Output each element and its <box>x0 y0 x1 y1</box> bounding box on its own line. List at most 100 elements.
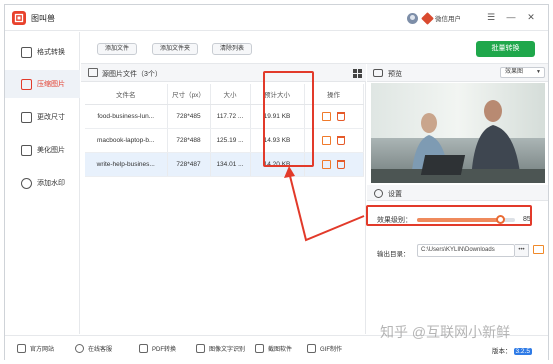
laptop <box>420 155 466 175</box>
user-area[interactable]: 微信用户 <box>407 11 461 25</box>
table-row-selected[interactable]: write-help-busines... 728*487 134.01 ...… <box>85 152 364 177</box>
sidebar: 格式转换 压缩图片 更改尺寸 美化图片 添加水印 <box>5 32 80 334</box>
pdf-icon <box>139 344 148 353</box>
gif-maker-label: GIF制作 <box>320 347 342 353</box>
batch-convert-button[interactable]: 批量转换 <box>476 41 535 57</box>
preview-icon <box>373 69 383 77</box>
headset-icon <box>75 344 84 353</box>
file-dimensions: 728*485 <box>167 104 211 129</box>
preview-header: 预览 效果图 ▼ <box>367 64 548 82</box>
delete-icon[interactable] <box>337 135 345 145</box>
preview-mode-value: 效果图 <box>505 69 524 75</box>
delete-icon[interactable] <box>337 159 345 169</box>
settings-header: 设置 <box>367 185 548 201</box>
file-name: food-business-lun... <box>85 104 168 129</box>
file-size: 134.01 ... <box>210 152 251 177</box>
minimize-icon[interactable]: — <box>505 11 517 23</box>
effect-level-highlight <box>366 205 532 226</box>
gif-icon <box>307 344 316 353</box>
sidebar-item-label: 格式转换 <box>37 49 65 56</box>
online-support-label: 在线客服 <box>88 347 113 353</box>
official-site-link[interactable]: 官方网站 <box>17 344 54 353</box>
version-info: 版本： 3.2.5 <box>492 345 532 355</box>
add-folder-button[interactable]: 添加文件夹 <box>152 43 199 55</box>
online-support-link[interactable]: 在线客服 <box>75 344 112 353</box>
home-icon <box>17 344 26 353</box>
sidebar-item-format-convert[interactable]: 格式转换 <box>5 38 80 66</box>
delete-icon[interactable] <box>337 111 345 121</box>
file-table: 文件名 尺寸（px） 大小 预计大小 操作 food-business-lun.… <box>85 84 364 177</box>
sidebar-item-compress[interactable]: 压缩图片 <box>5 70 80 98</box>
sidebar-item-label: 更改尺寸 <box>37 114 65 121</box>
file-dimensions: 728*487 <box>167 152 211 177</box>
image-icon <box>88 68 98 77</box>
toolbar: 添加文件 添加文件夹 清除列表 批量转换 <box>81 32 548 64</box>
column-header-filename[interactable]: 文件名 <box>85 84 168 105</box>
pdf-convert-label: PDF转换 <box>152 347 177 353</box>
table-header-row: 文件名 尺寸（px） 大小 预计大小 操作 <box>85 84 364 105</box>
file-name: macbook-laptop-b... <box>85 128 168 153</box>
bottom-bar: 官方网站 在线客服 PDF转换 图像文字识别 截图软件 GIF制作 版本： 3.2… <box>5 335 548 360</box>
file-name: write-help-busines... <box>85 152 168 177</box>
column-header-size[interactable]: 大小 <box>210 84 251 105</box>
version-label: 版本： <box>492 348 512 355</box>
preview-image <box>371 83 545 183</box>
screenshot-label: 截图软件 <box>268 347 293 353</box>
output-dir-field[interactable]: C:\Users\KYLIN\Downloads <box>417 244 515 257</box>
title-bar: 图叫兽 微信用户 ☰ — ✕ <box>5 5 548 31</box>
app-logo-icon <box>12 11 26 25</box>
scissors-icon <box>255 344 264 353</box>
version-number: 3.2.5 <box>513 348 532 355</box>
preview-title: 预览 <box>388 71 402 78</box>
output-dir-label: 输出目录： <box>377 251 410 258</box>
convert-icon <box>21 46 32 58</box>
file-panel: 源图片文件（3个） 文件名 尺寸（px） 大小 预计大小 操作 food-bus… <box>81 64 366 334</box>
export-icon[interactable] <box>322 111 331 121</box>
gif-maker-link[interactable]: GIF制作 <box>307 344 342 353</box>
file-panel-header: 源图片文件（3个） <box>81 64 366 82</box>
app-title: 图叫兽 <box>31 14 55 23</box>
sidebar-item-label: 美化图片 <box>37 147 65 154</box>
resize-icon <box>21 111 32 123</box>
add-file-button[interactable]: 添加文件 <box>97 43 138 55</box>
screenshot-link[interactable]: 截图软件 <box>255 344 292 353</box>
file-panel-title: 源图片文件（3个） <box>102 71 162 78</box>
preview-panel: 预览 效果图 ▼ 设置 效果级别： 85 输出目录： C:\Users\KYLI… <box>367 64 548 334</box>
sidebar-item-label: 压缩图片 <box>37 81 65 88</box>
file-dimensions: 728*488 <box>167 128 211 153</box>
file-size: 125.19 ... <box>210 128 251 153</box>
table-row[interactable]: macbook-laptop-b... 728*488 125.19 ... 1… <box>85 128 364 153</box>
app-window: 图叫兽 微信用户 ☰ — ✕ 格式转换 压缩图片 更改尺寸 美化图片 添加水印 … <box>4 4 549 360</box>
menu-icon[interactable]: ☰ <box>485 11 497 23</box>
clear-list-button[interactable]: 清除列表 <box>212 43 253 55</box>
ocr-link[interactable]: 图像文字识别 <box>196 344 245 353</box>
sidebar-item-watermark[interactable]: 添加水印 <box>5 169 80 197</box>
sidebar-item-label: 添加水印 <box>37 180 65 187</box>
settings-title: 设置 <box>388 191 402 198</box>
gear-icon <box>374 189 383 198</box>
sidebar-item-beautify[interactable]: 美化图片 <box>5 136 80 164</box>
browse-more-button[interactable]: ••• <box>515 244 529 257</box>
export-icon[interactable] <box>322 159 331 169</box>
avatar[interactable] <box>407 12 418 24</box>
pdf-convert-link[interactable]: PDF转换 <box>139 344 176 353</box>
watermark-icon <box>21 177 32 189</box>
preview-mode-select[interactable]: 效果图 ▼ <box>500 67 545 78</box>
official-site-label: 官方网站 <box>30 347 55 353</box>
folder-icon[interactable] <box>533 245 544 254</box>
compress-icon <box>21 78 32 90</box>
vip-icon <box>421 11 434 25</box>
grid-view-icon[interactable] <box>353 69 362 78</box>
ocr-icon <box>196 344 205 353</box>
export-icon[interactable] <box>322 135 331 145</box>
file-size: 117.72 ... <box>210 104 251 129</box>
beautify-icon <box>21 144 32 156</box>
sidebar-item-resize[interactable]: 更改尺寸 <box>5 103 80 131</box>
close-icon[interactable]: ✕ <box>525 11 537 23</box>
user-name[interactable]: 微信用户 <box>435 13 461 23</box>
chevron-down-icon: ▼ <box>536 69 541 75</box>
estimated-size-highlight <box>263 71 314 167</box>
table-row[interactable]: food-business-lun... 728*485 117.72 ... … <box>85 104 364 129</box>
ocr-label: 图像文字识别 <box>209 347 246 353</box>
column-header-dimensions[interactable]: 尺寸（px） <box>167 84 211 105</box>
